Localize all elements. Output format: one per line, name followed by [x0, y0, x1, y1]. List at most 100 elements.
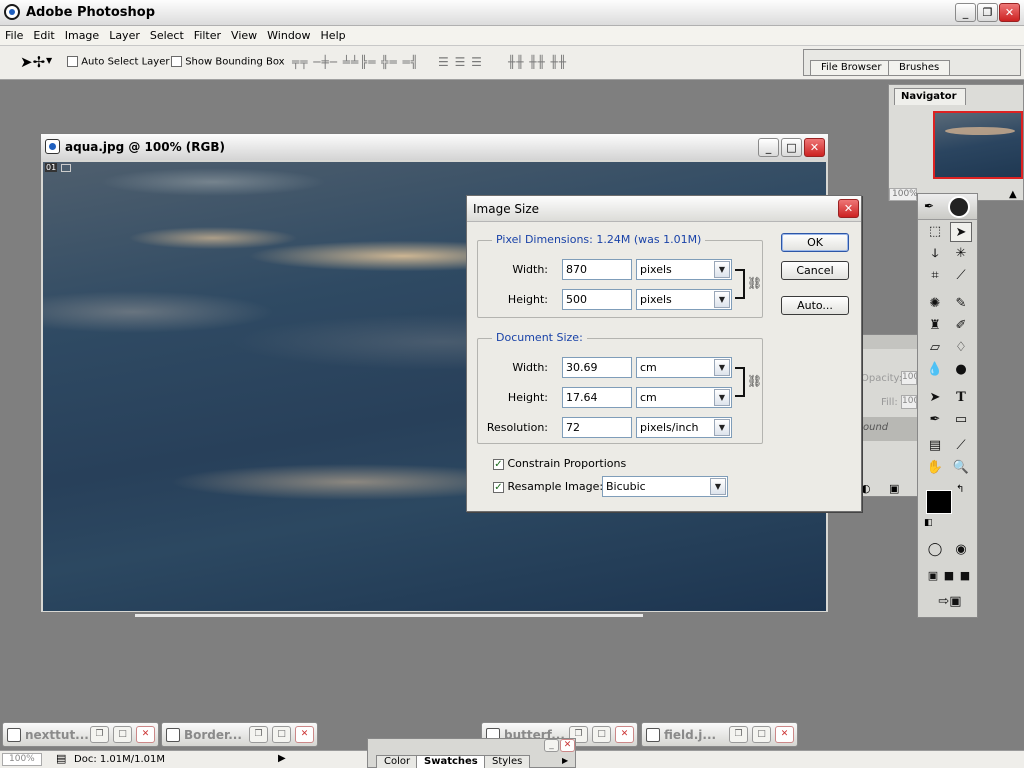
paint-bucket-icon[interactable]: ♢: [950, 338, 972, 358]
cancel-button[interactable]: Cancel: [781, 261, 849, 280]
restore-button[interactable]: ❐: [90, 726, 109, 743]
doc-maximize-button[interactable]: □: [781, 138, 802, 157]
menu-window[interactable]: Window: [262, 26, 315, 42]
adobe-eye-icon[interactable]: [948, 196, 970, 218]
resample-method-select[interactable]: Bicubic ▼: [602, 476, 728, 497]
close-button[interactable]: ✕: [775, 726, 794, 743]
move-tool-icon[interactable]: ➤✢: [20, 53, 45, 71]
menu-file[interactable]: File: [0, 26, 28, 42]
jump-to-imageready-icon[interactable]: ⇨▣: [932, 592, 968, 612]
eraser-tool-icon[interactable]: ▱: [924, 338, 946, 358]
maximize-button[interactable]: □: [752, 726, 771, 743]
brush-tool-icon[interactable]: ✎: [950, 294, 972, 314]
doc-minimize-button[interactable]: _: [758, 138, 779, 157]
distribute-horizontal-icon[interactable]: ╫╫ ╫╫ ╫╫: [508, 55, 567, 69]
hand-tool-icon[interactable]: ✋: [924, 458, 946, 478]
chevron-down-icon[interactable]: ▼: [710, 478, 726, 495]
zoom-in-icon[interactable]: ▲: [1009, 189, 1017, 200]
restore-button[interactable]: ❐: [977, 3, 998, 22]
notes-tool-icon[interactable]: ▤: [924, 436, 946, 456]
resolution-input[interactable]: 72: [562, 417, 632, 438]
styles-tab[interactable]: Styles: [484, 755, 531, 768]
tool-preset-dropdown[interactable]: ▼: [46, 56, 52, 65]
color-tab[interactable]: Color: [376, 755, 419, 768]
menu-edit[interactable]: Edit: [28, 26, 59, 42]
auto-button[interactable]: Auto...: [781, 296, 849, 315]
restore-button[interactable]: ❐: [729, 726, 748, 743]
ok-button[interactable]: OK: [781, 233, 849, 252]
resample-image[interactable]: Resample Image:: [493, 480, 603, 493]
close-button[interactable]: ✕: [295, 726, 314, 743]
maximize-button[interactable]: □: [272, 726, 291, 743]
palette-menu-arrow-icon[interactable]: ▶: [562, 756, 568, 765]
pen-tool-icon[interactable]: ✒: [924, 410, 946, 430]
dodge-tool-icon[interactable]: ●: [950, 360, 972, 380]
palette-minimize-button[interactable]: _: [544, 739, 559, 752]
chevron-down-icon[interactable]: ▼: [714, 291, 730, 308]
align-buttons-icon[interactable]: ╤╤ ─╪─ ╧╧: [292, 55, 359, 69]
magic-wand-icon[interactable]: ✳: [950, 244, 972, 264]
show-bounding-box[interactable]: Show Bounding Box: [171, 56, 285, 68]
navigator-tab[interactable]: Navigator: [894, 88, 966, 105]
fill-field[interactable]: 100: [901, 395, 917, 409]
canvas-scroll-track[interactable]: [135, 614, 643, 617]
auto-select-layer[interactable]: Auto Select Layer: [67, 56, 170, 68]
swap-colors-icon[interactable]: ↰: [956, 484, 964, 495]
minimize-button[interactable]: _: [955, 3, 976, 22]
distribute-vertical-icon[interactable]: ☰ ☰ ☰: [438, 55, 483, 69]
doc-width-input[interactable]: 30.69: [562, 357, 632, 378]
new-layer-icon[interactable]: ▣: [889, 482, 899, 495]
minimized-window[interactable]: Border... ❐ □ ✕: [161, 722, 318, 747]
chevron-down-icon[interactable]: ▼: [714, 419, 730, 436]
shape-tool-icon[interactable]: ▭: [950, 410, 972, 430]
dialog-close-button[interactable]: ✕: [838, 199, 859, 218]
close-button[interactable]: ✕: [136, 726, 155, 743]
opacity-field[interactable]: 100: [901, 371, 917, 385]
show-bbox-checkbox[interactable]: [171, 56, 182, 67]
menu-image[interactable]: Image: [60, 26, 104, 42]
palette-close-button[interactable]: ✕: [560, 739, 575, 752]
blur-tool-icon[interactable]: 💧: [924, 360, 946, 380]
eyedropper-icon[interactable]: ⟋: [950, 436, 972, 456]
constrain-checkbox[interactable]: [493, 458, 504, 470]
navigator-zoom-field[interactable]: 100%: [889, 188, 918, 201]
status-menu-arrow-icon[interactable]: ▶: [278, 753, 286, 764]
screen-mode-full-icon[interactable]: ■: [954, 566, 976, 586]
type-tool-icon[interactable]: T: [950, 388, 972, 408]
menu-filter[interactable]: Filter: [189, 26, 226, 42]
default-colors-icon[interactable]: ◧: [924, 518, 933, 528]
foreground-color-swatch[interactable]: [926, 490, 952, 514]
lasso-tool-icon[interactable]: ↆ: [924, 244, 946, 264]
history-brush-icon[interactable]: ✐: [950, 316, 972, 336]
swatches-tab[interactable]: Swatches: [416, 755, 486, 768]
chevron-down-icon[interactable]: ▼: [714, 389, 730, 406]
pixel-height-unit-select[interactable]: pixels ▼: [636, 289, 732, 310]
resample-checkbox[interactable]: [493, 481, 504, 493]
chevron-down-icon[interactable]: ▼: [714, 359, 730, 376]
chevron-down-icon[interactable]: ▼: [714, 261, 730, 278]
menu-select[interactable]: Select: [145, 26, 189, 42]
brushes-tab[interactable]: Brushes: [888, 60, 951, 75]
quick-mask-icon[interactable]: ◉: [950, 540, 972, 560]
crop-tool-icon[interactable]: ⌗: [924, 266, 946, 286]
doc-close-button[interactable]: ✕: [804, 138, 825, 157]
menu-layer[interactable]: Layer: [104, 26, 145, 42]
app-close-button[interactable]: ✕: [999, 3, 1020, 22]
layer-row[interactable]: ound: [857, 417, 917, 441]
move-tool-icon[interactable]: ➤: [950, 222, 972, 242]
healing-brush-icon[interactable]: ✺: [924, 294, 946, 314]
pixel-width-unit-select[interactable]: pixels ▼: [636, 259, 732, 280]
maximize-button[interactable]: □: [592, 726, 611, 743]
standard-mode-icon[interactable]: ◯: [924, 540, 946, 560]
layer-style-icon[interactable]: ◐: [861, 482, 871, 495]
status-zoom-field[interactable]: 100%: [2, 753, 42, 766]
pixel-height-input[interactable]: 500: [562, 289, 632, 310]
menu-help[interactable]: Help: [316, 26, 351, 42]
file-browser-tab[interactable]: File Browser: [810, 60, 893, 75]
doc-height-unit-select[interactable]: cm ▼: [636, 387, 732, 408]
marquee-tool-icon[interactable]: ⬚: [924, 222, 946, 242]
path-selection-icon[interactable]: ➤: [924, 388, 946, 408]
zoom-tool-icon[interactable]: 🔍: [950, 458, 972, 478]
close-button[interactable]: ✕: [615, 726, 634, 743]
constrain-proportions[interactable]: Constrain Proportions: [493, 457, 626, 470]
